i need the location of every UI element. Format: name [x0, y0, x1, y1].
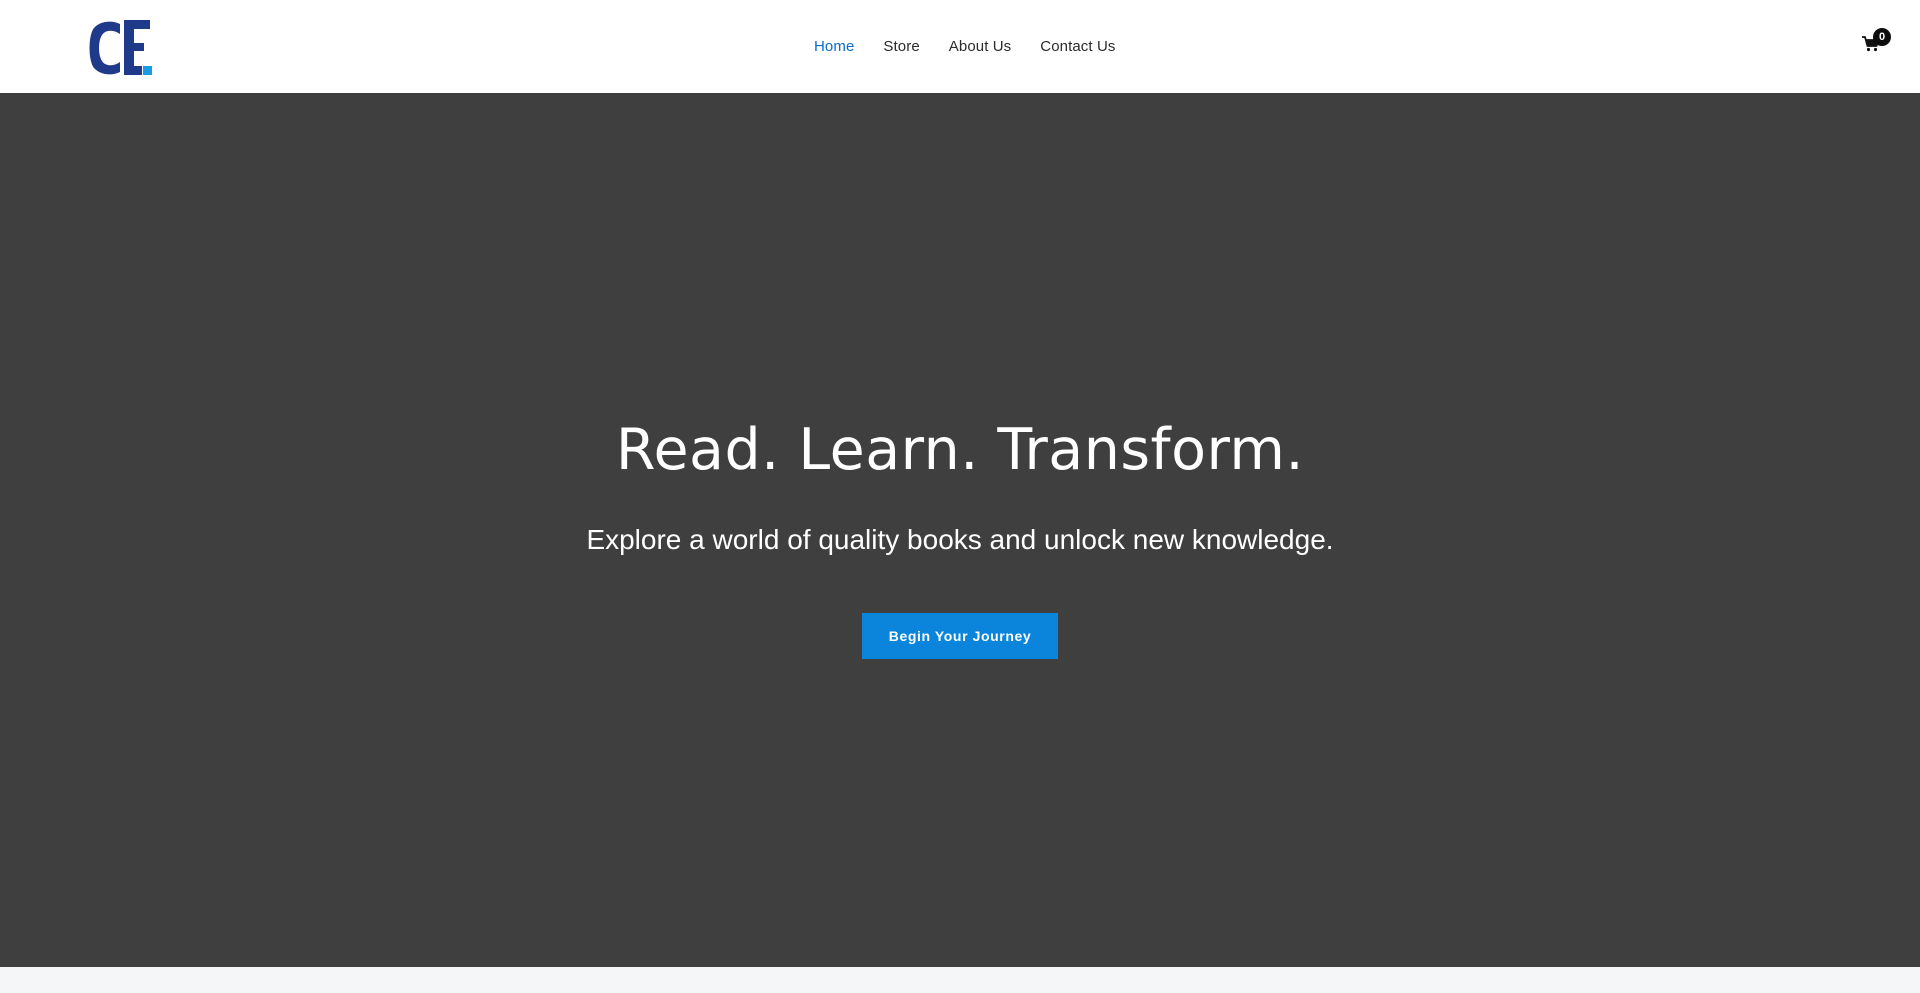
nav-store[interactable]: Store	[883, 38, 919, 55]
cart-count-badge: 0	[1873, 28, 1891, 46]
main-nav: Home Store About Us Contact Us	[814, 0, 1115, 93]
hero-section: Read. Learn. Transform. Explore a world …	[0, 93, 1920, 967]
hero-subtitle: Explore a world of quality books and unl…	[586, 524, 1334, 555]
site-header: Home Store About Us Contact Us 0	[0, 0, 1920, 93]
begin-journey-button[interactable]: Begin Your Journey	[862, 613, 1058, 659]
page-bottom-strip	[0, 967, 1920, 993]
nav-about-us[interactable]: About Us	[949, 38, 1012, 55]
nav-home[interactable]: Home	[814, 38, 854, 55]
site-logo[interactable]	[86, 18, 158, 78]
hero-title: Read. Learn. Transform.	[615, 417, 1305, 483]
nav-contact-us[interactable]: Contact Us	[1040, 38, 1115, 55]
